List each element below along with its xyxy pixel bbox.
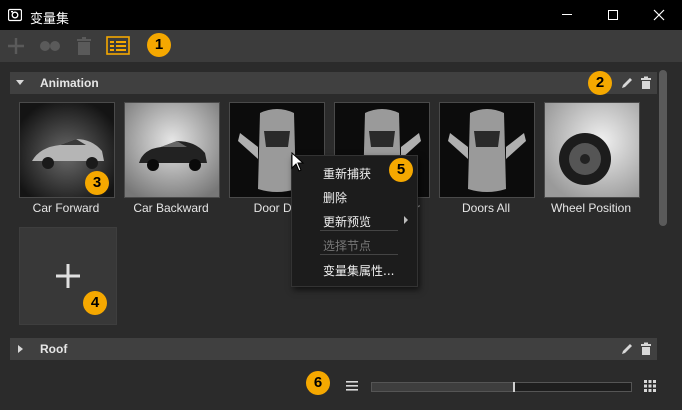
slider-handle[interactable] (513, 382, 515, 392)
minimize-icon (562, 14, 572, 15)
maximize-icon (608, 10, 618, 20)
variant-label: Wheel Position (550, 201, 632, 215)
section-title: Animation (40, 76, 99, 90)
edit-pencil-icon[interactable] (620, 76, 634, 90)
menu-item-variant-set-properties[interactable]: 变量集属性... (323, 262, 394, 279)
delete-icon[interactable] (639, 342, 653, 356)
grid-view-icon[interactable] (644, 380, 656, 392)
callout-4: 4 (83, 291, 107, 315)
add-variant-set-icon[interactable] (6, 36, 26, 56)
delete-icon[interactable] (74, 36, 94, 56)
collapsed-triangle-icon[interactable] (16, 345, 24, 353)
callout-1: 1 (147, 33, 171, 57)
section-header-animation[interactable]: Animation (10, 72, 657, 94)
list-view-icon[interactable] (346, 380, 358, 392)
menu-separator (320, 254, 398, 255)
menu-item-recapture[interactable]: 重新捕获 (323, 165, 371, 182)
menu-separator (320, 230, 398, 231)
thumbnail-size-slider[interactable] (371, 382, 632, 392)
callout-6: 6 (306, 371, 330, 395)
section-title: Roof (40, 342, 68, 356)
callout-2: 2 (588, 71, 612, 95)
variant-tile-car-backward[interactable] (124, 102, 220, 198)
scrollbar-thumb[interactable] (659, 70, 667, 226)
vertical-scrollbar[interactable] (658, 68, 670, 368)
edit-pencil-icon[interactable] (620, 342, 634, 356)
car-top-view-doors-open-icon (440, 103, 534, 197)
variant-tile-wheel-position[interactable] (544, 102, 640, 198)
variant-label: Car Forward (32, 201, 100, 215)
variant-tile-doors-all[interactable] (439, 102, 535, 198)
menu-item-delete[interactable]: 删除 (323, 189, 347, 206)
slider-fill (372, 383, 514, 391)
mouse-cursor-icon (291, 152, 305, 172)
toolbar (0, 30, 682, 62)
menu-item-select-node: 选择节点 (323, 239, 372, 253)
menu-item-update-preview[interactable]: 更新预览 (323, 213, 371, 230)
callout-5: 5 (389, 158, 413, 182)
submenu-arrow-icon (404, 216, 408, 224)
car-wheel-closeup-icon (545, 103, 639, 197)
window-title: 变量集 (30, 12, 70, 27)
close-icon (653, 9, 665, 21)
title-bar: 变量集 (0, 0, 682, 30)
variant-list-icon[interactable] (106, 36, 130, 56)
variant-label: Doors All (461, 201, 511, 215)
maximize-button[interactable] (590, 0, 636, 30)
car-rear-view-icon (125, 103, 219, 197)
variant-group-icon[interactable] (38, 36, 62, 56)
callout-3: 3 (85, 171, 109, 195)
app-camera-icon (8, 8, 22, 22)
minimize-button[interactable] (544, 0, 590, 30)
section-header-roof[interactable]: Roof (10, 338, 657, 360)
expand-triangle-icon[interactable] (16, 79, 24, 87)
variant-label: Car Backward (133, 201, 209, 215)
plus-icon (56, 264, 80, 288)
delete-icon[interactable] (639, 76, 653, 90)
close-button[interactable] (636, 0, 682, 30)
